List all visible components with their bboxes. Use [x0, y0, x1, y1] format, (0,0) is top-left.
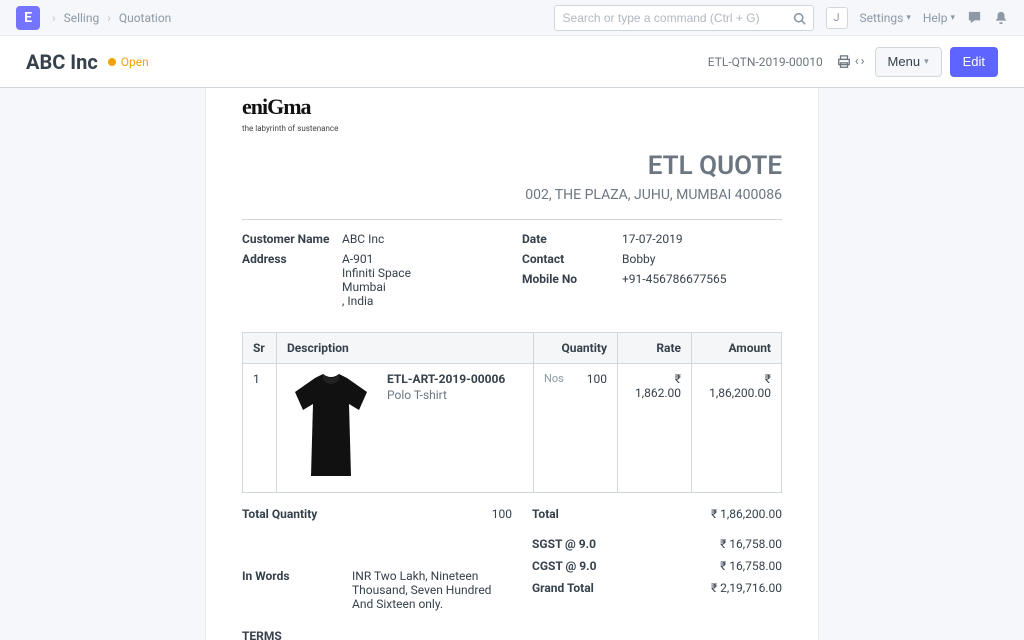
help-menu[interactable]: Help▾: [923, 11, 955, 25]
cell-quantity: Nos 100: [534, 364, 618, 493]
table-row: 1 ETL-ART-2019-00006 Polo T-shirt: [243, 364, 782, 493]
prev-doc-icon[interactable]: ‹: [855, 54, 859, 69]
address-value: A-901 Infiniti Space Mumbai , India: [342, 252, 502, 308]
customer-name-label: Customer Name: [242, 232, 342, 246]
user-avatar[interactable]: J: [826, 7, 848, 29]
total-qty-label: Total Quantity: [242, 507, 352, 521]
search-box: [554, 5, 814, 31]
item-code: ETL-ART-2019-00006: [387, 372, 505, 386]
status-dot-icon: [108, 58, 116, 66]
edit-button[interactable]: Edit: [950, 47, 998, 77]
app-logo[interactable]: E: [16, 6, 40, 30]
document-canvas[interactable]: eniGma the labyrinth of sustenance ETL Q…: [0, 88, 1024, 640]
items-table: Sr Description Quantity Rate Amount 1: [242, 332, 782, 493]
terms-heading: TERMS: [242, 629, 782, 640]
contact-value: Bobby: [622, 252, 782, 266]
cgst-value: ₹ 16,758.00: [720, 559, 782, 573]
search-icon[interactable]: [793, 11, 806, 26]
col-amount: Amount: [692, 333, 782, 364]
col-description: Description: [277, 333, 534, 364]
cell-description: ETL-ART-2019-00006 Polo T-shirt: [277, 364, 534, 493]
col-quantity: Quantity: [534, 333, 618, 364]
mobile-value: +91-456786677565: [622, 272, 782, 286]
caret-down-icon: ▾: [924, 56, 929, 67]
sgst-label: SGST @ 9.0: [532, 537, 596, 551]
print-icon[interactable]: [837, 54, 851, 69]
customer-name-value: ABC Inc: [342, 232, 502, 246]
chevron-right-icon: ›: [52, 11, 56, 25]
top-navbar: E › Selling › Quotation J Settings▾ Help…: [0, 0, 1024, 36]
cgst-label: CGST @ 9.0: [532, 559, 597, 573]
search-input[interactable]: [554, 5, 814, 31]
status-text: Open: [121, 55, 149, 69]
item-qty: 100: [587, 372, 607, 386]
in-words-value: INR Two Lakh, Nineteen Thousand, Seven H…: [352, 569, 512, 611]
doc-pager: ‹ ›: [855, 54, 865, 69]
brand-logo: eniGma: [242, 94, 782, 120]
sgst-value: ₹ 16,758.00: [720, 537, 782, 551]
cell-amount: ₹ 1,86,200.00: [692, 364, 782, 493]
divider: [242, 219, 782, 220]
item-description: Polo T-shirt: [387, 388, 505, 402]
col-sr: Sr: [243, 333, 277, 364]
cell-sr: 1: [243, 364, 277, 493]
next-doc-icon[interactable]: ›: [861, 54, 865, 69]
page-title: ABC Inc: [26, 50, 98, 74]
item-uom: Nos: [544, 372, 564, 386]
chat-icon[interactable]: [967, 10, 982, 25]
company-address: 002, THE PLAZA, JUHU, MUMBAI 400086: [242, 187, 782, 203]
breadcrumb-quotation[interactable]: Quotation: [119, 11, 171, 25]
chevron-right-icon: ›: [107, 11, 111, 25]
print-page: eniGma the labyrinth of sustenance ETL Q…: [206, 88, 818, 640]
menu-button[interactable]: Menu▾: [875, 47, 942, 77]
settings-menu[interactable]: Settings▾: [860, 11, 911, 25]
brand-tagline: the labyrinth of sustenance: [242, 124, 782, 133]
contact-label: Contact: [522, 252, 622, 266]
document-id: ETL-QTN-2019-00010: [708, 55, 823, 69]
total-qty-value: 100: [352, 507, 512, 521]
total-label: Total: [532, 507, 559, 521]
product-image: [287, 372, 375, 484]
date-label: Date: [522, 232, 622, 246]
grand-total-value: ₹ 2,19,716.00: [711, 581, 782, 595]
grand-total-label: Grand Total: [532, 581, 594, 595]
breadcrumb-selling[interactable]: Selling: [64, 11, 100, 25]
mobile-label: Mobile No: [522, 272, 622, 286]
date-value: 17-07-2019: [622, 232, 782, 246]
breadcrumb: › Selling › Quotation: [52, 11, 171, 25]
caret-down-icon: ▾: [906, 13, 911, 23]
header-bar: ABC Inc Open ETL-QTN-2019-00010 ‹ › Menu…: [0, 36, 1024, 88]
col-rate: Rate: [618, 333, 692, 364]
caret-down-icon: ▾: [950, 13, 955, 23]
cell-rate: ₹ 1,862.00: [618, 364, 692, 493]
quote-title: ETL QUOTE: [242, 151, 782, 181]
total-value: ₹ 1,86,200.00: [711, 507, 782, 521]
bell-icon[interactable]: [994, 10, 1008, 25]
in-words-label: In Words: [242, 569, 352, 611]
address-label: Address: [242, 252, 342, 308]
status-badge: Open: [108, 55, 149, 69]
